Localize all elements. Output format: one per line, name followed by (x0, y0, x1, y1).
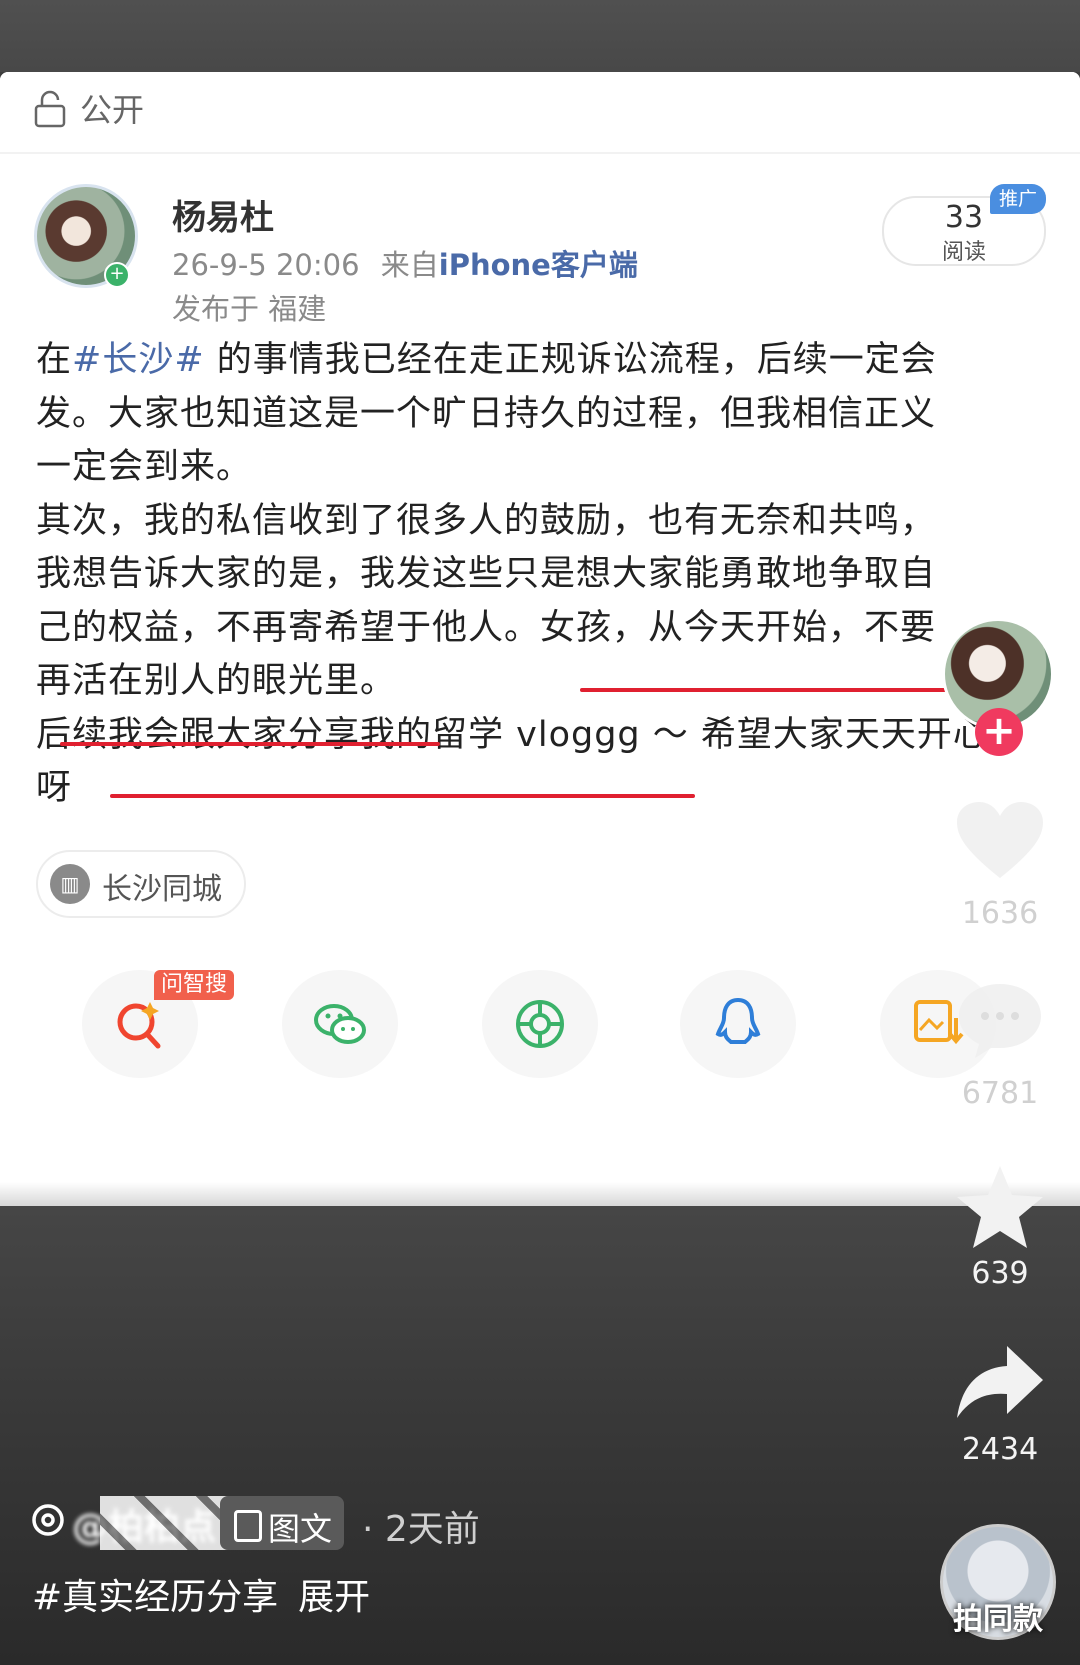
share-wechat-button[interactable] (282, 970, 398, 1078)
post-line: 呀 (36, 768, 73, 808)
wechat-icon (314, 1004, 366, 1044)
comment-icon[interactable] (955, 980, 1045, 1062)
qq-icon (715, 997, 761, 1044)
favorite-count: 639 (971, 1256, 1029, 1291)
post-line: 在#长沙# 的事情我已经在走正规诉讼流程，后续一定会 (36, 340, 937, 380)
content-type-label: 图文 (268, 1510, 333, 1548)
plus-badge-icon: + (104, 262, 130, 288)
ai-search-icon (117, 1002, 161, 1049)
red-underline (60, 742, 440, 746)
same-style-label[interactable]: 拍同款 (938, 1594, 1058, 1638)
post-meta: 26-9-5 20:06 来自iPhone客户端 (172, 242, 638, 284)
like-heart-icon[interactable] (955, 800, 1045, 882)
share-count: 2434 (961, 1432, 1039, 1467)
share-arrow-icon[interactable] (955, 1344, 1045, 1420)
expand-link[interactable]: 展开 (298, 1577, 370, 1618)
hashtag-link[interactable]: #真实经历分享 (32, 1577, 278, 1618)
content-type-chip: 图文 (220, 1496, 344, 1550)
building-icon: ▥ (50, 864, 90, 904)
post-location: 发布于 福建 (172, 292, 327, 326)
username[interactable]: 杨易杜 (172, 190, 274, 239)
comment-count: 6781 (961, 1076, 1039, 1111)
post-age: · 2天前 (362, 1509, 480, 1550)
hashtag-link[interactable]: #长沙# (72, 340, 205, 380)
client-name: iPhone客户端 (438, 248, 638, 282)
read-label: 阅读 (941, 240, 986, 265)
post-line: 一定会到来。 (36, 447, 253, 487)
unlock-icon (34, 90, 66, 128)
chip-label: 长沙同城 (102, 872, 222, 907)
post-line: 己的权益，不再寄希望于他人。女孩，从今天开始，不要 (36, 607, 937, 648)
location-chip[interactable]: ▥ 长沙同城 (36, 850, 246, 918)
post-line: 发。大家也知道这是一个旷日持久的过程，但我相信正义 (36, 393, 937, 434)
post-screenshot-card: 公开 + 杨易杜 26-9-5 20:06 来自iPhone客户端 发布于 福建… (0, 72, 1080, 1206)
share-qq-button[interactable] (680, 970, 796, 1078)
visibility-bar: 公开 (0, 72, 1080, 154)
mosaic-overlay (100, 1496, 240, 1550)
post-line: 我想告诉大家的是，我发这些只是想大家能勇敢地争取自 (36, 554, 937, 594)
at-icon (32, 1504, 64, 1536)
red-underline (580, 688, 990, 692)
promo-tag[interactable]: 推广 (990, 184, 1046, 214)
card-bottom-shadow (0, 1182, 1080, 1206)
red-underline (110, 794, 695, 798)
moments-icon (516, 1000, 564, 1048)
post-time: 26-9-5 20:06 (172, 248, 360, 282)
visibility-label: 公开 (80, 91, 145, 129)
follow-plus-icon[interactable]: + (975, 708, 1023, 756)
post-line: 再活在别人的眼光里。 (36, 661, 397, 701)
favorite-star-icon[interactable] (955, 1164, 1045, 1250)
tags-line: #真实经历分享 展开 (32, 1568, 390, 1620)
post-line: 其次，我的私信收到了很多人的鼓励，也有无奈和共鸣， (36, 500, 937, 541)
ai-search-tag: 问智搜 (154, 970, 234, 1000)
post-line: 后续我会跟大家分享我的留学 vloggg ～ 希望大家天天开心 (36, 714, 989, 755)
top-dark-overlay (0, 0, 1080, 72)
share-moments-button[interactable] (482, 970, 598, 1078)
like-count: 1636 (961, 896, 1039, 931)
doc-icon (234, 1510, 262, 1542)
from-prefix: 来自 (380, 248, 439, 282)
